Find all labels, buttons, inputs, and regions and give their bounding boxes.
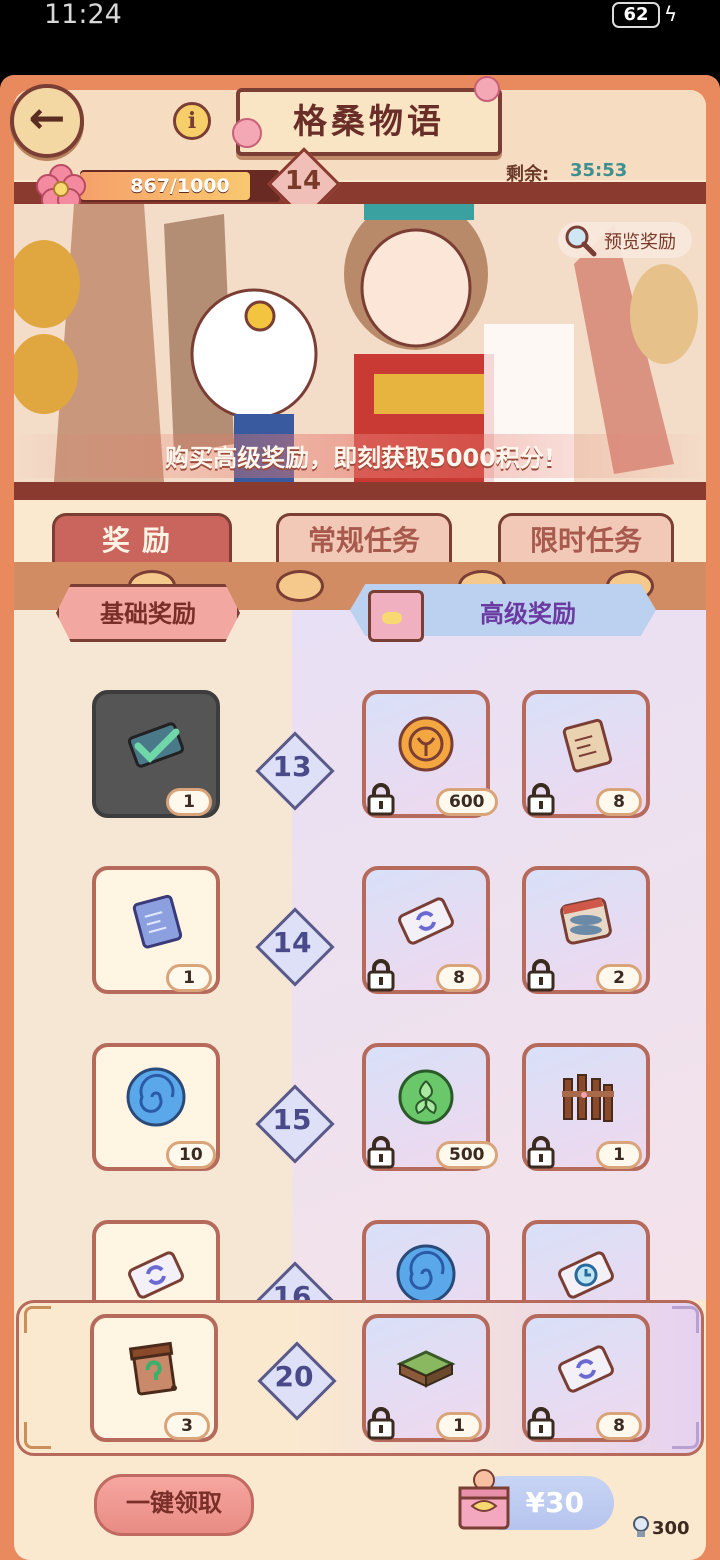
current-level: 14	[284, 166, 322, 196]
back-button[interactable]: ←	[10, 84, 84, 158]
basic-rewards-label: 基础奖励	[100, 600, 196, 628]
lightbulb-icon	[633, 1516, 649, 1537]
remaining-time: 35:53	[570, 160, 628, 181]
arrow-left-icon: ←	[28, 93, 66, 144]
level-number: 15	[272, 1103, 312, 1136]
banner-caption: 购买高级奖励，即刻获取5000积分!	[165, 444, 555, 472]
reward-quantity: 2	[596, 964, 642, 992]
wooden-fence-icon	[554, 1065, 618, 1129]
lock-icon	[526, 1406, 556, 1440]
reward-quantity: 1	[596, 1141, 642, 1169]
battery-indicator: 62	[612, 2, 660, 28]
lock-icon	[366, 958, 396, 992]
fish-can-icon	[554, 888, 618, 952]
green-leaf-coin-icon	[394, 1065, 458, 1129]
level-number: 20	[274, 1360, 314, 1393]
corner-ornament	[24, 1306, 51, 1333]
tab-limited-tasks[interactable]: 限时任务	[498, 513, 674, 564]
reward-quantity: 1	[166, 788, 212, 816]
seed-bag-icon	[122, 1336, 186, 1400]
corner-ornament	[672, 1306, 699, 1333]
level-number: 13	[272, 750, 312, 783]
lock-icon	[526, 958, 556, 992]
reward-quantity: 10	[166, 1141, 216, 1169]
info-button[interactable]: i	[173, 102, 211, 140]
reward-quantity: 8	[436, 964, 482, 992]
gift-box-icon	[458, 1469, 510, 1530]
status-bar: 11:24 62 ϟ	[0, 0, 720, 75]
grass-tile-icon	[394, 1336, 458, 1400]
clock-ticket-icon	[554, 1242, 618, 1306]
lock-icon	[526, 782, 556, 816]
clock: 11:24	[44, 0, 122, 30]
reward-quantity: 3	[164, 1412, 210, 1440]
lock-icon	[366, 1135, 396, 1169]
points-count: 300	[652, 1518, 690, 1539]
premium-rewards-label: 高级奖励	[480, 600, 576, 628]
preview-rewards-label: 预览奖励	[604, 232, 676, 253]
blueprint-scroll-icon	[554, 712, 618, 776]
refresh-ticket-icon	[124, 1242, 188, 1306]
ticket-claimed-icon	[124, 712, 188, 776]
charging-icon: ϟ	[664, 2, 678, 26]
magnifier-icon	[565, 225, 597, 257]
page-title: 格桑物语	[293, 102, 445, 142]
gift-bow	[382, 612, 402, 624]
reward-quantity: 8	[596, 1412, 642, 1440]
tab-normal-tasks[interactable]: 常规任务	[276, 513, 452, 564]
reward-quantity: 500	[436, 1141, 498, 1169]
progress-text: 867/1000	[130, 175, 230, 197]
blue-orb-icon	[394, 1242, 458, 1306]
lock-icon	[366, 1406, 396, 1440]
reward-quantity: 1	[436, 1412, 482, 1440]
reward-quantity: 8	[596, 788, 642, 816]
reward-quantity: 1	[166, 964, 212, 992]
corner-ornament	[672, 1422, 699, 1449]
banner-border	[14, 482, 706, 500]
blue-orb-icon	[124, 1065, 188, 1129]
level-number: 14	[272, 926, 312, 959]
claim-all-button[interactable]: 一键领取	[94, 1474, 254, 1536]
rail-bump	[276, 570, 324, 602]
refresh-ticket-icon	[554, 1336, 618, 1400]
coin-icon	[394, 712, 458, 776]
blue-scroll-icon	[124, 888, 188, 952]
tab-rewards[interactable]: 奖励	[52, 513, 232, 564]
lock-icon	[366, 782, 396, 816]
corner-ornament	[24, 1422, 51, 1449]
reward-quantity: 600	[436, 788, 498, 816]
lock-icon	[526, 1135, 556, 1169]
refresh-ticket-icon	[394, 888, 458, 952]
